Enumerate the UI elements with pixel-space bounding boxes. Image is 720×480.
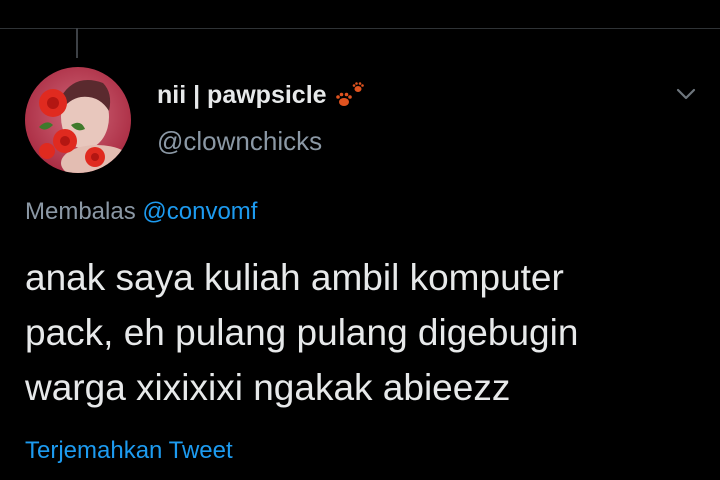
tweet-text: anak saya kuliah ambil komputer pack, eh…: [25, 250, 705, 415]
tweet-text-line: anak saya kuliah ambil komputer: [25, 257, 564, 298]
paw-prints-icon: [333, 80, 367, 110]
author-name-row: nii | pawpsicle: [157, 78, 367, 112]
chevron-down-icon[interactable]: [672, 80, 700, 108]
top-divider: [0, 28, 720, 29]
tweet-text-line: pack, eh pulang pulang digebugin: [25, 312, 579, 353]
tweet-text-line: warga xixixixi ngakak abieezz: [25, 367, 511, 408]
avatar[interactable]: [25, 67, 131, 173]
reply-mention-link[interactable]: @convomf: [142, 198, 257, 225]
author-display-name[interactable]: nii | pawpsicle: [157, 81, 327, 110]
author-handle[interactable]: @clownchicks: [157, 126, 322, 157]
reply-prefix: Membalas: [25, 198, 136, 225]
thread-connector-line: [76, 28, 78, 58]
reply-context: Membalas @convomf: [25, 198, 257, 226]
translate-tweet-link[interactable]: Terjemahkan Tweet: [25, 437, 233, 465]
